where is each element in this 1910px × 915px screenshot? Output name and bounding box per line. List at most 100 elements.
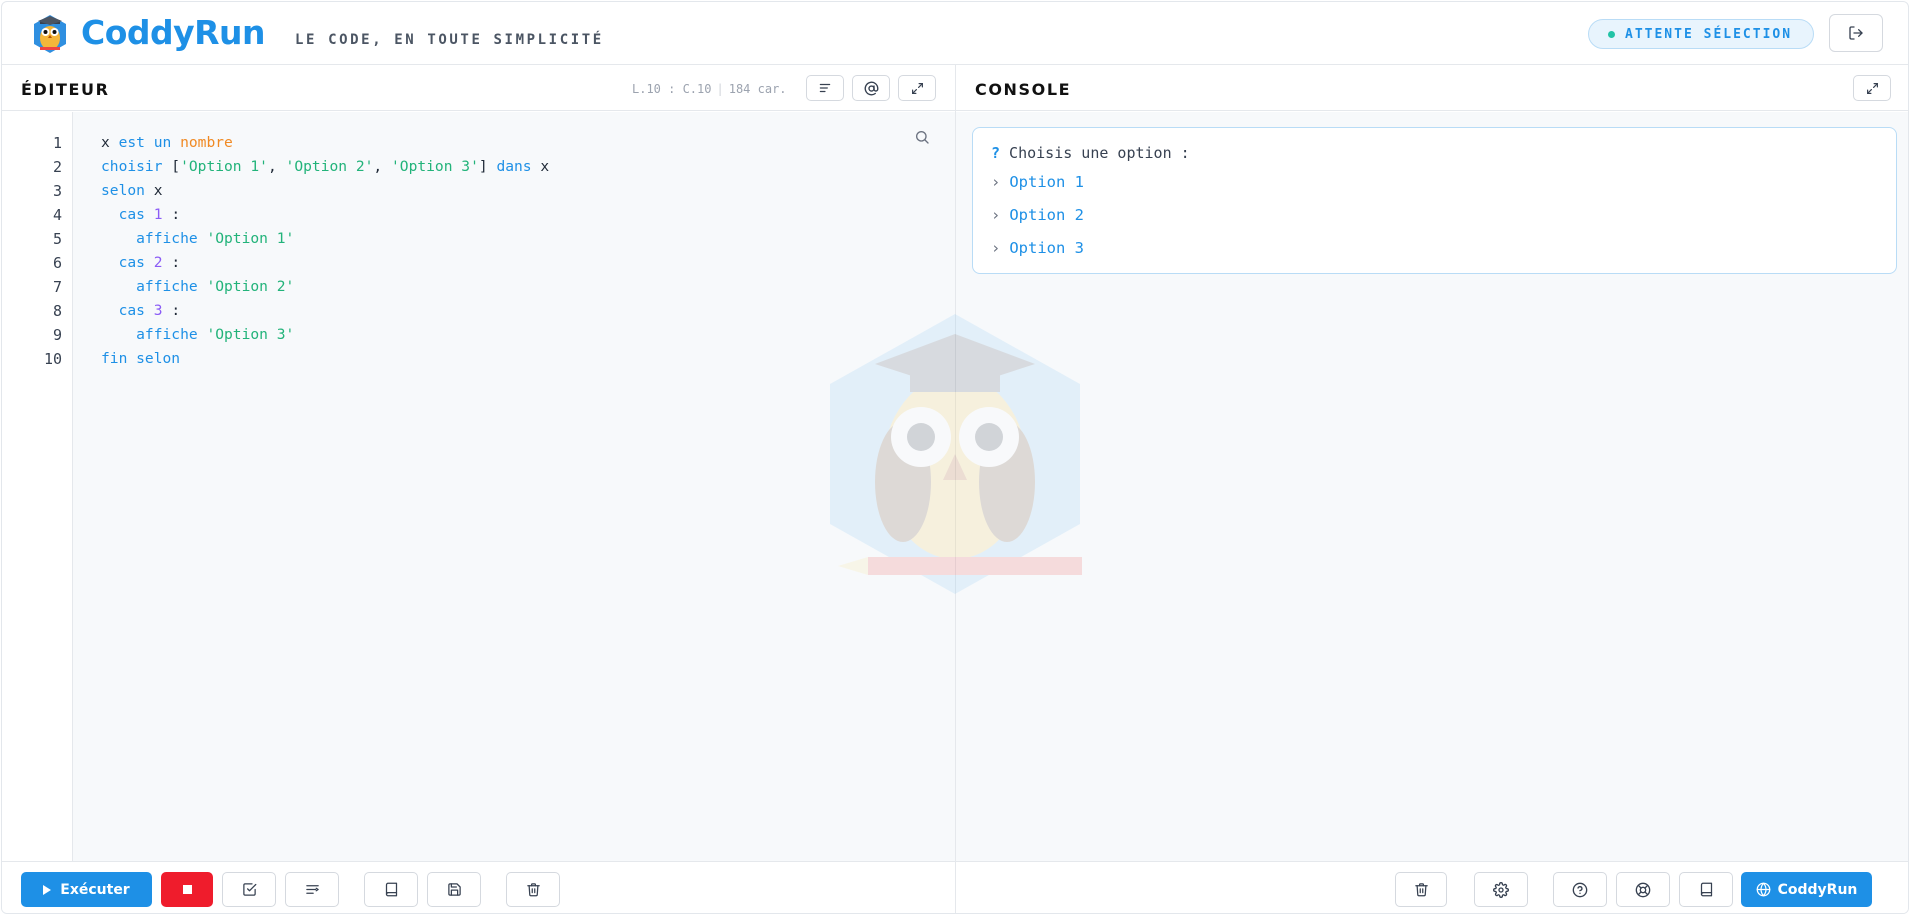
wrap-button[interactable] (285, 872, 339, 907)
code-line: affiche 'Option 3' (101, 326, 294, 343)
book-icon (385, 882, 397, 897)
save-button[interactable] (427, 872, 481, 907)
format-button[interactable] (806, 75, 844, 101)
console-header: CONSOLE (956, 65, 1908, 111)
code-token: cas (101, 302, 145, 319)
coddyrun-label: CoddyRun (1777, 881, 1858, 898)
code-line: fin selon (101, 350, 180, 367)
code-token: x (101, 134, 119, 151)
code-token: 3 (153, 302, 163, 319)
code-token: cas (101, 206, 145, 223)
editor-toolbar: Exécuter (2, 861, 955, 913)
status-text: ATTENTE SÉLECTION (1625, 26, 1793, 42)
code-token: affiche (101, 326, 198, 343)
code-token: x (531, 158, 550, 175)
code-token: fin selon (101, 350, 181, 367)
code-token: [ (162, 158, 181, 175)
code-token: 'Option 1' (180, 158, 268, 175)
code-line: cas 3 : (101, 302, 181, 319)
owl-logo-icon (34, 15, 66, 53)
docs-button[interactable] (1679, 872, 1733, 907)
code-line: affiche 'Option 2' (101, 278, 294, 295)
code-token: affiche (101, 278, 198, 295)
code-token: dans (496, 158, 532, 175)
coddyrun-website-button[interactable]: CoddyRun (1741, 872, 1872, 907)
code-token: 'Option 3' (391, 158, 479, 175)
cursor-info: L.10 : C.10 | 184 car. (632, 82, 787, 96)
clear-console-button[interactable] (1395, 872, 1447, 907)
logout-icon (1849, 26, 1863, 40)
code-token: cas (101, 254, 145, 271)
option-item[interactable]: › Option 3 (991, 239, 1084, 257)
save-icon (447, 883, 461, 896)
check-button[interactable] (222, 872, 276, 907)
line-number: 10 (43, 350, 62, 368)
option-label: Option 3 (1009, 239, 1084, 257)
search-icon[interactable] (914, 129, 930, 145)
chevron-right-icon: › (991, 173, 1001, 191)
choice-prompt: ? Choisis une option : › Option 1 › Option… (972, 127, 1897, 274)
code-line: choisir ['Option 1', 'Option 2', 'Option… (101, 158, 549, 175)
line-number: 4 (52, 206, 62, 224)
console-fullscreen-button[interactable] (1853, 75, 1891, 101)
app-window: CoddyRun LE CODE, EN TOUTE SIMPLICITÉ AT… (1, 1, 1909, 914)
option-label: Option 1 (1009, 173, 1084, 191)
line-gutter: 1 2 3 4 5 6 7 8 9 10 (2, 112, 73, 861)
code-line: cas 2 : (101, 254, 181, 271)
editor-fullscreen-button[interactable] (898, 75, 936, 101)
at-sign-icon (864, 81, 878, 95)
cursor-position: L.10 : C.10 (632, 82, 712, 96)
help-button[interactable] (1553, 872, 1607, 907)
clear-editor-button[interactable] (506, 872, 560, 907)
examples-button[interactable] (364, 872, 418, 907)
code-editor[interactable]: 1 2 3 4 5 6 7 8 9 10 x est un nombre cho… (2, 112, 955, 861)
code-line: x est un nombre (101, 134, 233, 151)
chevron-right-icon: › (991, 239, 1001, 257)
line-number: 8 (52, 302, 62, 320)
status-badge: ATTENTE SÉLECTION (1588, 19, 1814, 49)
snippet-button[interactable] (852, 75, 890, 101)
trash-icon (1414, 883, 1428, 897)
code-token: : (162, 254, 181, 271)
book-icon (1700, 882, 1712, 897)
code-token: 2 (153, 254, 163, 271)
line-number: 6 (52, 254, 62, 272)
code-token: 'Option 2' (206, 278, 295, 295)
run-button[interactable]: Exécuter (21, 872, 152, 907)
code-line: selon x (101, 182, 163, 199)
question-mark-icon: ? (991, 144, 1001, 162)
prompt-question: ? Choisis une option : (991, 144, 1190, 162)
code-token: , (267, 158, 286, 175)
code-token: est un (118, 134, 172, 151)
chevron-right-icon: › (991, 206, 1001, 224)
help-circle-icon (1572, 882, 1588, 897)
run-label: Exécuter (60, 881, 130, 898)
code-token: nombre (180, 134, 233, 151)
line-number: 2 (52, 158, 62, 176)
code-line: affiche 'Option 1' (101, 230, 294, 247)
expand-icon (1866, 82, 1878, 94)
gear-icon (1493, 881, 1509, 898)
support-button[interactable] (1616, 872, 1670, 907)
code-token: 'Option 2' (285, 158, 374, 175)
code-token: x (144, 182, 163, 199)
code-token: choisir (101, 158, 163, 175)
checkbox-icon (242, 883, 256, 896)
settings-button[interactable] (1474, 872, 1528, 907)
code-token: : (162, 302, 181, 319)
stop-button[interactable] (161, 872, 213, 907)
option-item[interactable]: › Option 2 (991, 206, 1084, 224)
brand-name: CoddyRun (81, 13, 266, 52)
globe-icon (1756, 882, 1770, 897)
code-token: ] (478, 158, 497, 175)
prompt-text: Choisis une option : (1000, 144, 1190, 162)
console-output: ? Choisis une option : › Option 1 › Option… (956, 112, 1908, 861)
code-token: 1 (153, 206, 163, 223)
line-number: 7 (52, 278, 62, 296)
code-token: 'Option 1' (206, 230, 295, 247)
logout-button[interactable] (1829, 14, 1883, 52)
option-item[interactable]: › Option 1 (991, 173, 1084, 191)
